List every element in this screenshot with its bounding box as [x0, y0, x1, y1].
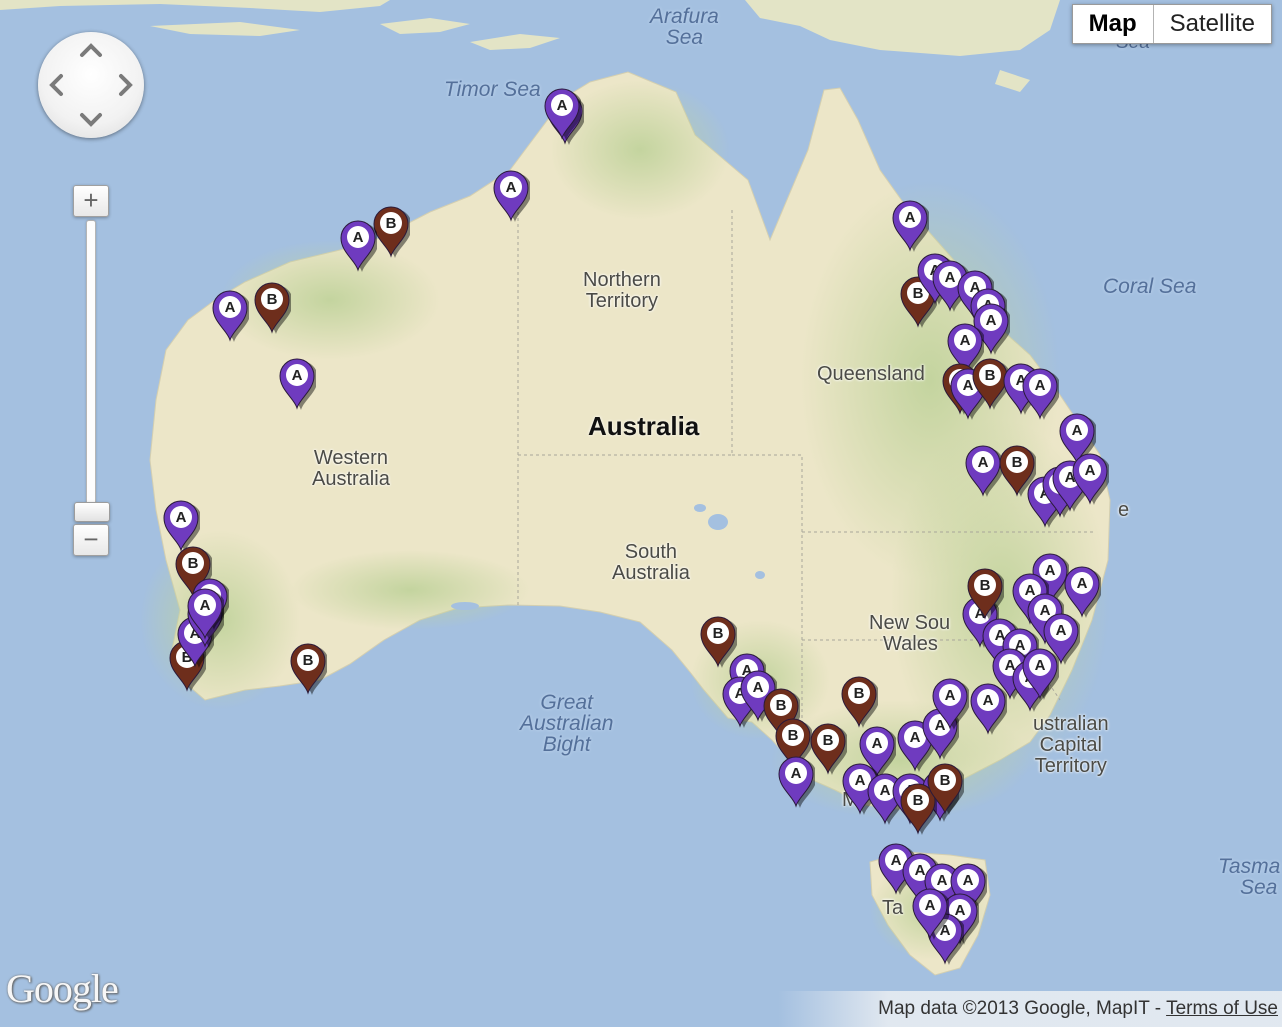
- map-pin-a-icon[interactable]: A: [1071, 451, 1111, 510]
- svg-text:A: A: [986, 312, 997, 329]
- svg-text:A: A: [200, 597, 211, 614]
- svg-text:A: A: [960, 332, 971, 349]
- svg-text:A: A: [506, 179, 517, 196]
- svg-text:B: B: [1012, 454, 1023, 471]
- svg-text:A: A: [855, 772, 866, 789]
- map-attribution: Map data ©2013 Google, MapIT - Terms of …: [778, 991, 1282, 1027]
- map-type-map-button[interactable]: Map: [1072, 5, 1153, 43]
- northern-territory-label: Northern Territory: [583, 269, 661, 312]
- svg-text:A: A: [1085, 462, 1096, 479]
- svg-text:A: A: [880, 782, 891, 799]
- pan-right-icon[interactable]: [114, 73, 138, 97]
- google-logo[interactable]: Google: [6, 965, 119, 1012]
- svg-text:A: A: [225, 299, 236, 316]
- tasmania-fragment-label: Ta: [882, 897, 904, 919]
- svg-text:A: A: [891, 852, 902, 869]
- svg-text:B: B: [188, 555, 199, 572]
- svg-text:B: B: [823, 732, 834, 749]
- svg-text:A: A: [872, 735, 883, 752]
- pan-up-icon[interactable]: [79, 38, 103, 62]
- svg-text:B: B: [776, 697, 787, 714]
- map-pin-a-icon[interactable]: A: [969, 681, 1009, 740]
- svg-text:B: B: [788, 727, 799, 744]
- attribution-text: Map data ©2013 Google, MapIT -: [878, 998, 1167, 1019]
- svg-text:B: B: [980, 577, 991, 594]
- zoom-out-button[interactable]: −: [73, 524, 109, 556]
- map-pin-a-icon[interactable]: A: [186, 586, 226, 645]
- map-pin-a-icon[interactable]: A: [278, 356, 318, 415]
- map-type-control: Map Satellite: [1071, 4, 1272, 44]
- new-south-wales-label: New Sou Wales: [869, 612, 951, 655]
- map-pin-a-icon[interactable]: A: [1021, 646, 1061, 705]
- svg-text:A: A: [791, 765, 802, 782]
- svg-text:A: A: [945, 269, 956, 286]
- svg-text:B: B: [854, 685, 865, 702]
- svg-text:A: A: [983, 692, 994, 709]
- svg-text:B: B: [913, 792, 924, 809]
- svg-text:A: A: [925, 897, 936, 914]
- svg-text:A: A: [978, 454, 989, 471]
- svg-text:B: B: [303, 652, 314, 669]
- map-pin-b-icon[interactable]: B: [253, 280, 293, 339]
- svg-text:B: B: [713, 625, 724, 642]
- pan-control[interactable]: [38, 32, 144, 138]
- map-pin-a-icon[interactable]: A: [543, 86, 583, 145]
- map-pin-a-icon[interactable]: A: [339, 218, 379, 277]
- south-australia-label: South Australia: [612, 541, 690, 584]
- svg-text:A: A: [1077, 575, 1088, 592]
- svg-text:B: B: [985, 367, 996, 384]
- tasman-sea-label: Tasma Sea: [1218, 855, 1281, 899]
- svg-text:B: B: [940, 772, 951, 789]
- australia-label: Australia: [588, 411, 700, 441]
- arafura-sea-label: Arafura Sea: [650, 5, 719, 49]
- svg-text:A: A: [292, 367, 303, 384]
- svg-text:A: A: [1056, 622, 1067, 639]
- zoom-slider-handle[interactable]: [74, 502, 110, 522]
- svg-text:A: A: [1035, 377, 1046, 394]
- pan-left-icon[interactable]: [44, 73, 68, 97]
- map-pin-a-icon[interactable]: A: [891, 198, 931, 257]
- map-pin-b-icon[interactable]: B: [289, 641, 329, 700]
- svg-text:A: A: [1072, 422, 1083, 439]
- coral-sea-label: Coral Sea: [1103, 275, 1197, 298]
- svg-text:B: B: [386, 215, 397, 232]
- terms-of-use-link[interactable]: Terms of Use: [1166, 998, 1278, 1019]
- map-pin-a-icon[interactable]: A: [492, 168, 532, 227]
- map-pin-a-icon[interactable]: A: [964, 443, 1004, 502]
- svg-text:B: B: [267, 291, 278, 308]
- act-label: ustralian Capital Territory: [1033, 713, 1109, 777]
- western-australia-label: Western Australia: [312, 447, 390, 490]
- great-australian-bight-label: Great Australian Bight: [520, 691, 614, 756]
- map-type-satellite-button[interactable]: Satellite: [1152, 5, 1271, 43]
- svg-text:A: A: [963, 872, 974, 889]
- svg-text:A: A: [353, 229, 364, 246]
- zoom-slider-track[interactable]: [86, 220, 96, 510]
- map-pin-a-icon[interactable]: A: [911, 886, 951, 945]
- svg-text:A: A: [945, 687, 956, 704]
- map-pin-a-icon[interactable]: A: [211, 288, 251, 347]
- svg-text:A: A: [557, 97, 568, 114]
- svg-text:A: A: [1035, 657, 1046, 674]
- svg-text:A: A: [905, 209, 916, 226]
- timor-sea-label: Timor Sea: [444, 78, 541, 101]
- queensland-label: Queensland: [817, 363, 925, 385]
- map-pin-a-icon[interactable]: A: [777, 754, 817, 813]
- brisbane-fragment-label: e: [1118, 499, 1130, 521]
- pan-down-icon[interactable]: [79, 108, 103, 132]
- map-pin-b-icon[interactable]: B: [372, 204, 412, 263]
- map-pin-a-icon[interactable]: A: [931, 676, 971, 735]
- map-pin-b-icon[interactable]: B: [926, 761, 966, 820]
- zoom-in-button[interactable]: +: [73, 185, 109, 217]
- svg-text:A: A: [176, 509, 187, 526]
- svg-text:A: A: [910, 729, 921, 746]
- map-pin-a-icon[interactable]: A: [1021, 366, 1061, 425]
